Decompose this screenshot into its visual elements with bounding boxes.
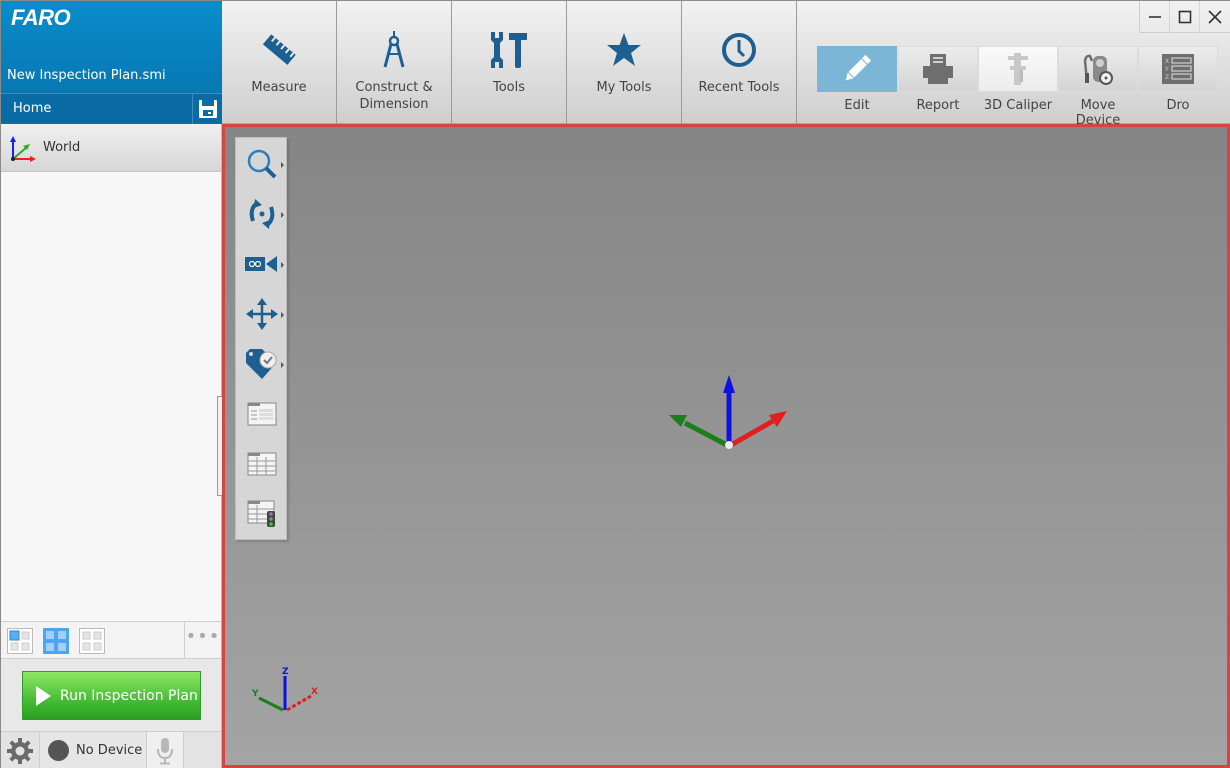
window-controls — [1139, 1, 1230, 33]
table-traffic-light-icon — [247, 500, 275, 527]
run-area: Run Inspection Plan — [1, 659, 221, 731]
maximize-icon — [1178, 10, 1191, 24]
ribbon-tools[interactable]: Tools — [452, 1, 567, 124]
submenu-arrow-icon — [281, 212, 284, 218]
coordinate-axes-icon — [10, 136, 36, 162]
svg-text:X: X — [1165, 58, 1169, 65]
star-icon — [607, 33, 641, 66]
tag-check-tool-button[interactable] — [236, 340, 288, 388]
run-button-label: Run Inspection Plan — [60, 687, 198, 704]
submenu-arrow-icon — [281, 312, 284, 318]
left-panel: FARO New Inspection Plan.smi Home World … — [1, 1, 224, 768]
viewport-toolbar — [235, 137, 287, 540]
minimize-button[interactable] — [1140, 1, 1170, 33]
coordinate-triad — [669, 375, 787, 449]
dro-label: Dro — [1166, 98, 1190, 113]
magnifier-icon — [247, 149, 277, 179]
3d-viewport[interactable]: Z Y X — [222, 124, 1230, 768]
table-status-view-button[interactable] — [236, 490, 288, 538]
floppy-disk-icon — [198, 100, 217, 118]
app-window: FARO New Inspection Plan.smi Home World … — [0, 0, 1230, 768]
tree-item-world[interactable]: World — [1, 124, 221, 172]
move-device-icon — [1083, 54, 1113, 85]
3d-caliper-label: 3D Caliper — [983, 98, 1053, 113]
layout-quad-button[interactable] — [43, 628, 69, 654]
device-label: No Device — [76, 743, 143, 758]
ribbon-recent-tools[interactable]: Recent Tools — [682, 1, 797, 124]
ribbon-label: Construct & Dimension — [355, 80, 433, 112]
ribbon-construct-dimension[interactable]: Construct & Dimension — [337, 1, 452, 124]
minimize-icon — [1148, 16, 1161, 18]
camera-icon — [245, 256, 277, 272]
ribbon-my-tools[interactable]: My Tools — [567, 1, 682, 124]
move-device-button[interactable] — [1058, 46, 1138, 92]
list-view-button[interactable] — [236, 390, 288, 438]
caliper-icon — [1008, 53, 1028, 85]
ribbon-toolbar: Measure Construct & Dimension Tools My T… — [222, 1, 1230, 128]
3d-caliper-button[interactable] — [978, 46, 1058, 92]
microphone-icon — [157, 737, 173, 764]
compass-icon — [383, 31, 405, 68]
inspection-tree — [1, 172, 221, 621]
plan-name: New Inspection Plan.smi — [7, 68, 166, 83]
play-icon — [36, 685, 51, 706]
move-arrows-icon — [246, 298, 278, 330]
submenu-arrow-icon — [281, 362, 284, 368]
printer-icon — [923, 54, 953, 84]
close-button[interactable] — [1200, 1, 1230, 33]
rotate-icon — [249, 199, 275, 229]
run-inspection-plan-button[interactable]: Run Inspection Plan — [22, 671, 201, 720]
layout-single-button[interactable] — [7, 628, 33, 654]
report-label: Report — [916, 98, 960, 113]
save-button[interactable] — [192, 94, 222, 124]
home-link[interactable]: Home — [13, 101, 51, 116]
submenu-arrow-icon — [281, 162, 284, 168]
table-view-button[interactable] — [236, 440, 288, 488]
pencil-icon — [845, 54, 872, 81]
edit-button[interactable] — [817, 46, 897, 92]
x-axis-label: X — [311, 687, 318, 697]
faro-logo: FARO — [11, 5, 71, 30]
list-window-icon — [247, 402, 277, 426]
zoom-tool-button[interactable] — [236, 140, 288, 188]
z-axis-label: Z — [282, 667, 289, 677]
status-bar: No Device — [1, 731, 221, 768]
more-options-button[interactable]: ••• — [184, 622, 221, 659]
ribbon-label: Measure — [251, 80, 307, 95]
maximize-button[interactable] — [1170, 1, 1200, 33]
y-axis-label: Y — [251, 689, 259, 699]
camera-tool-button[interactable] — [236, 240, 288, 288]
mini-axis-triad: Z Y X — [251, 667, 318, 712]
report-button[interactable] — [898, 46, 978, 92]
submenu-arrow-icon — [281, 262, 284, 268]
voice-button[interactable] — [147, 732, 184, 768]
tag-check-icon — [246, 349, 277, 379]
layout-bar: ••• — [1, 621, 221, 659]
device-status-indicator — [48, 740, 69, 761]
table-window-icon — [247, 452, 277, 476]
ruler-icon — [262, 34, 296, 65]
device-selector[interactable]: No Device — [40, 732, 147, 768]
dro-icon: X Y Z — [1162, 54, 1194, 84]
tree-item-label: World — [43, 140, 81, 155]
clock-icon — [722, 33, 756, 67]
brand-header: FARO New Inspection Plan.smi — [1, 1, 222, 93]
ribbon-label: Tools — [492, 80, 526, 95]
edit-label: Edit — [844, 98, 870, 113]
home-bar: Home — [1, 93, 222, 124]
ribbon-label: Recent Tools — [698, 80, 780, 95]
layout-none-button[interactable] — [79, 628, 105, 654]
ribbon-label: My Tools — [596, 80, 652, 95]
svg-text:Z: Z — [1165, 74, 1169, 81]
settings-button[interactable] — [1, 732, 40, 768]
close-icon — [1208, 10, 1222, 24]
dro-button[interactable]: X Y Z — [1138, 46, 1218, 92]
pan-tool-button[interactable] — [236, 290, 288, 338]
svg-text:Y: Y — [1164, 66, 1169, 73]
gear-icon — [7, 737, 33, 764]
ribbon-measure[interactable]: Measure — [222, 1, 337, 124]
rotate-tool-button[interactable] — [236, 190, 288, 238]
wrench-hammer-icon — [491, 32, 527, 68]
